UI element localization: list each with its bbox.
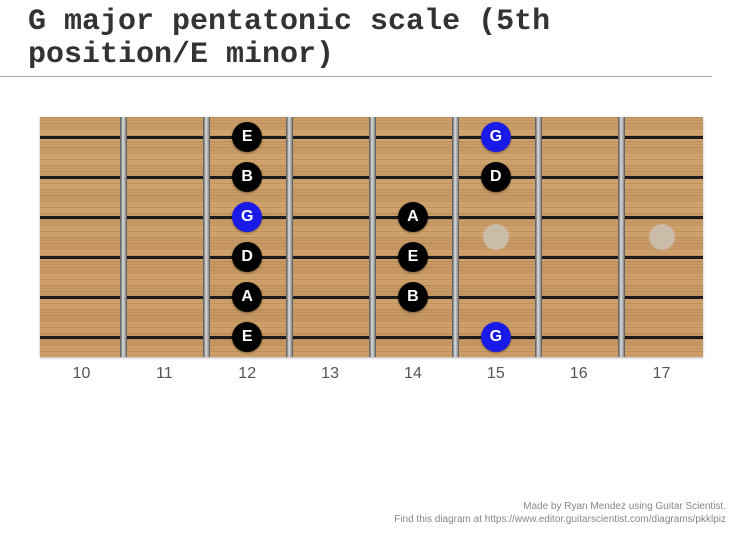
fret-wire bbox=[369, 117, 376, 357]
fret-number: 10 bbox=[73, 365, 91, 383]
fret-number-row: 10 11 12 13 14 15 16 17 bbox=[40, 365, 703, 389]
fret-number: 15 bbox=[487, 365, 505, 383]
fret-marker-15 bbox=[483, 224, 509, 250]
note-dot: A bbox=[232, 282, 262, 312]
credit-text: Made by Ryan Mendez using Guitar Scienti… bbox=[394, 501, 726, 526]
fret-wire bbox=[618, 117, 625, 357]
fret-wire bbox=[535, 117, 542, 357]
fretboard-diagram: EGBDGADEABEG bbox=[40, 117, 703, 357]
fret-number: 17 bbox=[653, 365, 671, 383]
note-dot: D bbox=[232, 242, 262, 272]
credit-line-2: Find this diagram at https://www.editor.… bbox=[394, 514, 726, 527]
note-dot: B bbox=[398, 282, 428, 312]
note-dot: D bbox=[481, 162, 511, 192]
credit-line-1: Made by Ryan Mendez using Guitar Scienti… bbox=[394, 501, 726, 514]
diagram-title: G major pentatonic scale (5th position/E… bbox=[0, 0, 712, 77]
note-dot: E bbox=[232, 122, 262, 152]
fret-number: 14 bbox=[404, 365, 422, 383]
note-dot: G bbox=[481, 122, 511, 152]
fret-wire bbox=[286, 117, 293, 357]
fret-wire bbox=[203, 117, 210, 357]
fret-wire bbox=[452, 117, 459, 357]
note-dot: G bbox=[232, 202, 262, 232]
fret-number: 13 bbox=[321, 365, 339, 383]
note-dot: B bbox=[232, 162, 262, 192]
note-dot: G bbox=[481, 322, 511, 352]
note-dot: E bbox=[398, 242, 428, 272]
fret-wire bbox=[120, 117, 127, 357]
fret-number: 16 bbox=[570, 365, 588, 383]
note-dot: A bbox=[398, 202, 428, 232]
fret-number: 11 bbox=[156, 365, 173, 383]
fretboard: EGBDGADEABEG bbox=[40, 117, 703, 357]
fret-number: 12 bbox=[238, 365, 256, 383]
note-dot: E bbox=[232, 322, 262, 352]
fret-marker-17 bbox=[649, 224, 675, 250]
